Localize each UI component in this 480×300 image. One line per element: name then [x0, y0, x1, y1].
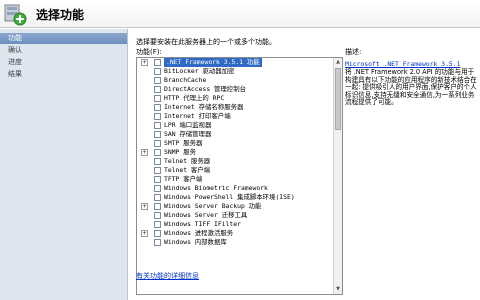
feature-item[interactable]: Internet 存储名称服务器: [137, 103, 342, 112]
feature-label: SAN 存储管理器: [164, 130, 212, 138]
description-panel: 描述: Microsoft .NET Framework 3.5.1 将 .NE…: [345, 47, 477, 107]
feature-item[interactable]: Telnet 服务器: [137, 157, 342, 166]
feature-checkbox[interactable]: [154, 167, 161, 174]
description-label: 描述:: [345, 48, 362, 56]
feature-tree[interactable]: + .NET Framework 3.5.1 功能 BitLocker 驱动器加密 B…: [136, 57, 343, 295]
vertical-scrollbar[interactable]: ▲ ▼: [333, 58, 342, 294]
sidebar-item-features[interactable]: 功能: [0, 33, 127, 44]
feature-checkbox[interactable]: [154, 239, 161, 246]
feature-item[interactable]: TFTP 客户端: [137, 175, 342, 184]
feature-checkbox[interactable]: [154, 104, 161, 111]
feature-item[interactable]: Windows PowerShell 集成脚本环境(ISE): [137, 193, 342, 202]
feature-label: Windows PowerShell 集成脚本环境(ISE): [164, 193, 295, 201]
feature-checkbox[interactable]: [154, 158, 161, 165]
feature-label: BranchCache: [164, 76, 207, 84]
feature-checkbox[interactable]: [154, 221, 161, 228]
feature-checkbox[interactable]: [154, 176, 161, 183]
feature-label: Windows Biometric Framework: [164, 184, 268, 192]
feature-label: SNMP 服务: [164, 148, 197, 156]
feature-checkbox[interactable]: [154, 230, 161, 237]
feature-checkbox[interactable]: [154, 95, 161, 102]
more-info-link[interactable]: 有关功能的详细信息: [136, 271, 199, 281]
feature-checkbox[interactable]: [154, 185, 161, 192]
main-panel: 选择要安装在此服务器上的一个或多个功能。 功能(F): + .NET Framew…: [129, 29, 480, 300]
feature-checkbox[interactable]: [154, 212, 161, 219]
feature-checkbox[interactable]: [154, 203, 161, 210]
feature-item[interactable]: Telnet 客户端: [137, 166, 342, 175]
feature-label: DirectAccess 管理控制台: [164, 85, 246, 93]
features-label: 功能(F):: [136, 48, 162, 56]
feature-item[interactable]: SMTP 服务器: [137, 139, 342, 148]
feature-checkbox[interactable]: [154, 113, 161, 120]
feature-item[interactable]: Windows 内部数据库: [137, 238, 342, 247]
feature-checkbox[interactable]: [154, 59, 161, 66]
feature-label: HTTP 代理上的 RPC: [164, 94, 225, 102]
feature-label: Windows Server Backup 功能: [164, 202, 262, 210]
feature-label: TFTP 客户端: [164, 175, 203, 183]
feature-item[interactable]: + Windows 进程激活服务: [137, 229, 342, 238]
feature-checkbox[interactable]: [154, 140, 161, 147]
feature-checkbox[interactable]: [154, 122, 161, 129]
feature-checkbox[interactable]: [154, 86, 161, 93]
add-features-icon: [4, 4, 27, 26]
feature-checkbox[interactable]: [154, 149, 161, 156]
description-text: 将 .NET Framework 2.0 API 的功能与用于构建具有以下功能的…: [345, 68, 477, 107]
feature-label: Telnet 服务器: [164, 157, 211, 165]
feature-label: Internet 存储名称服务器: [164, 103, 244, 111]
scroll-up-arrow-icon[interactable]: ▲: [334, 58, 342, 67]
feature-label: LPR 端口监视器: [164, 121, 212, 129]
feature-item[interactable]: + SNMP 服务: [137, 148, 342, 157]
page-title: 选择功能: [36, 8, 85, 22]
expand-icon[interactable]: +: [141, 230, 148, 237]
feature-item[interactable]: + Windows Server Backup 功能: [137, 202, 342, 211]
feature-label: .NET Framework 3.5.1 功能: [164, 58, 262, 67]
scroll-thumb[interactable]: [335, 68, 341, 130]
feature-item[interactable]: Internet 打印客户端: [137, 112, 342, 121]
feature-label: Windows 进程激活服务: [164, 229, 234, 237]
feature-item[interactable]: LPR 端口监视器: [137, 121, 342, 130]
feature-item[interactable]: DirectAccess 管理控制台: [137, 85, 342, 94]
feature-checkbox[interactable]: [154, 194, 161, 201]
feature-label: Telnet 客户端: [164, 166, 211, 174]
feature-label: Windows 内部数据库: [164, 238, 227, 246]
wizard-header: 选择功能: [0, 0, 480, 28]
feature-checkbox[interactable]: [154, 77, 161, 84]
feature-label: Internet 打印客户端: [164, 112, 231, 120]
scroll-down-arrow-icon[interactable]: ▼: [334, 285, 342, 294]
feature-item[interactable]: + .NET Framework 3.5.1 功能: [137, 58, 342, 67]
expand-icon[interactable]: +: [141, 203, 148, 210]
feature-checkbox[interactable]: [154, 68, 161, 75]
feature-item[interactable]: Windows Biometric Framework: [137, 184, 342, 193]
feature-item[interactable]: BitLocker 驱动器加密: [137, 67, 342, 76]
feature-label: Windows TIFF IFilter: [164, 220, 241, 228]
feature-item[interactable]: BranchCache: [137, 76, 342, 85]
expand-icon[interactable]: +: [141, 59, 148, 66]
sidebar-item-progress[interactable]: 进度: [0, 57, 127, 68]
feature-item[interactable]: Windows Server 迁移工具: [137, 211, 342, 220]
feature-item[interactable]: SAN 存储管理器: [137, 130, 342, 139]
description-link[interactable]: Microsoft .NET Framework 3.5.1: [345, 60, 477, 68]
feature-label: BitLocker 驱动器加密: [164, 67, 235, 75]
wizard-sidebar: 功能 确认 进度 结果: [0, 29, 128, 300]
feature-label: SMTP 服务器: [164, 139, 203, 147]
sidebar-item-confirmation[interactable]: 确认: [0, 45, 127, 56]
instruction-text: 选择要安装在此服务器上的一个或多个功能。: [136, 38, 276, 46]
feature-item[interactable]: Windows TIFF IFilter: [137, 220, 342, 229]
sidebar-item-results[interactable]: 结果: [0, 69, 127, 80]
feature-checkbox[interactable]: [154, 131, 161, 138]
feature-item[interactable]: HTTP 代理上的 RPC: [137, 94, 342, 103]
feature-label: Windows Server 迁移工具: [164, 211, 248, 219]
expand-icon[interactable]: +: [141, 149, 148, 156]
